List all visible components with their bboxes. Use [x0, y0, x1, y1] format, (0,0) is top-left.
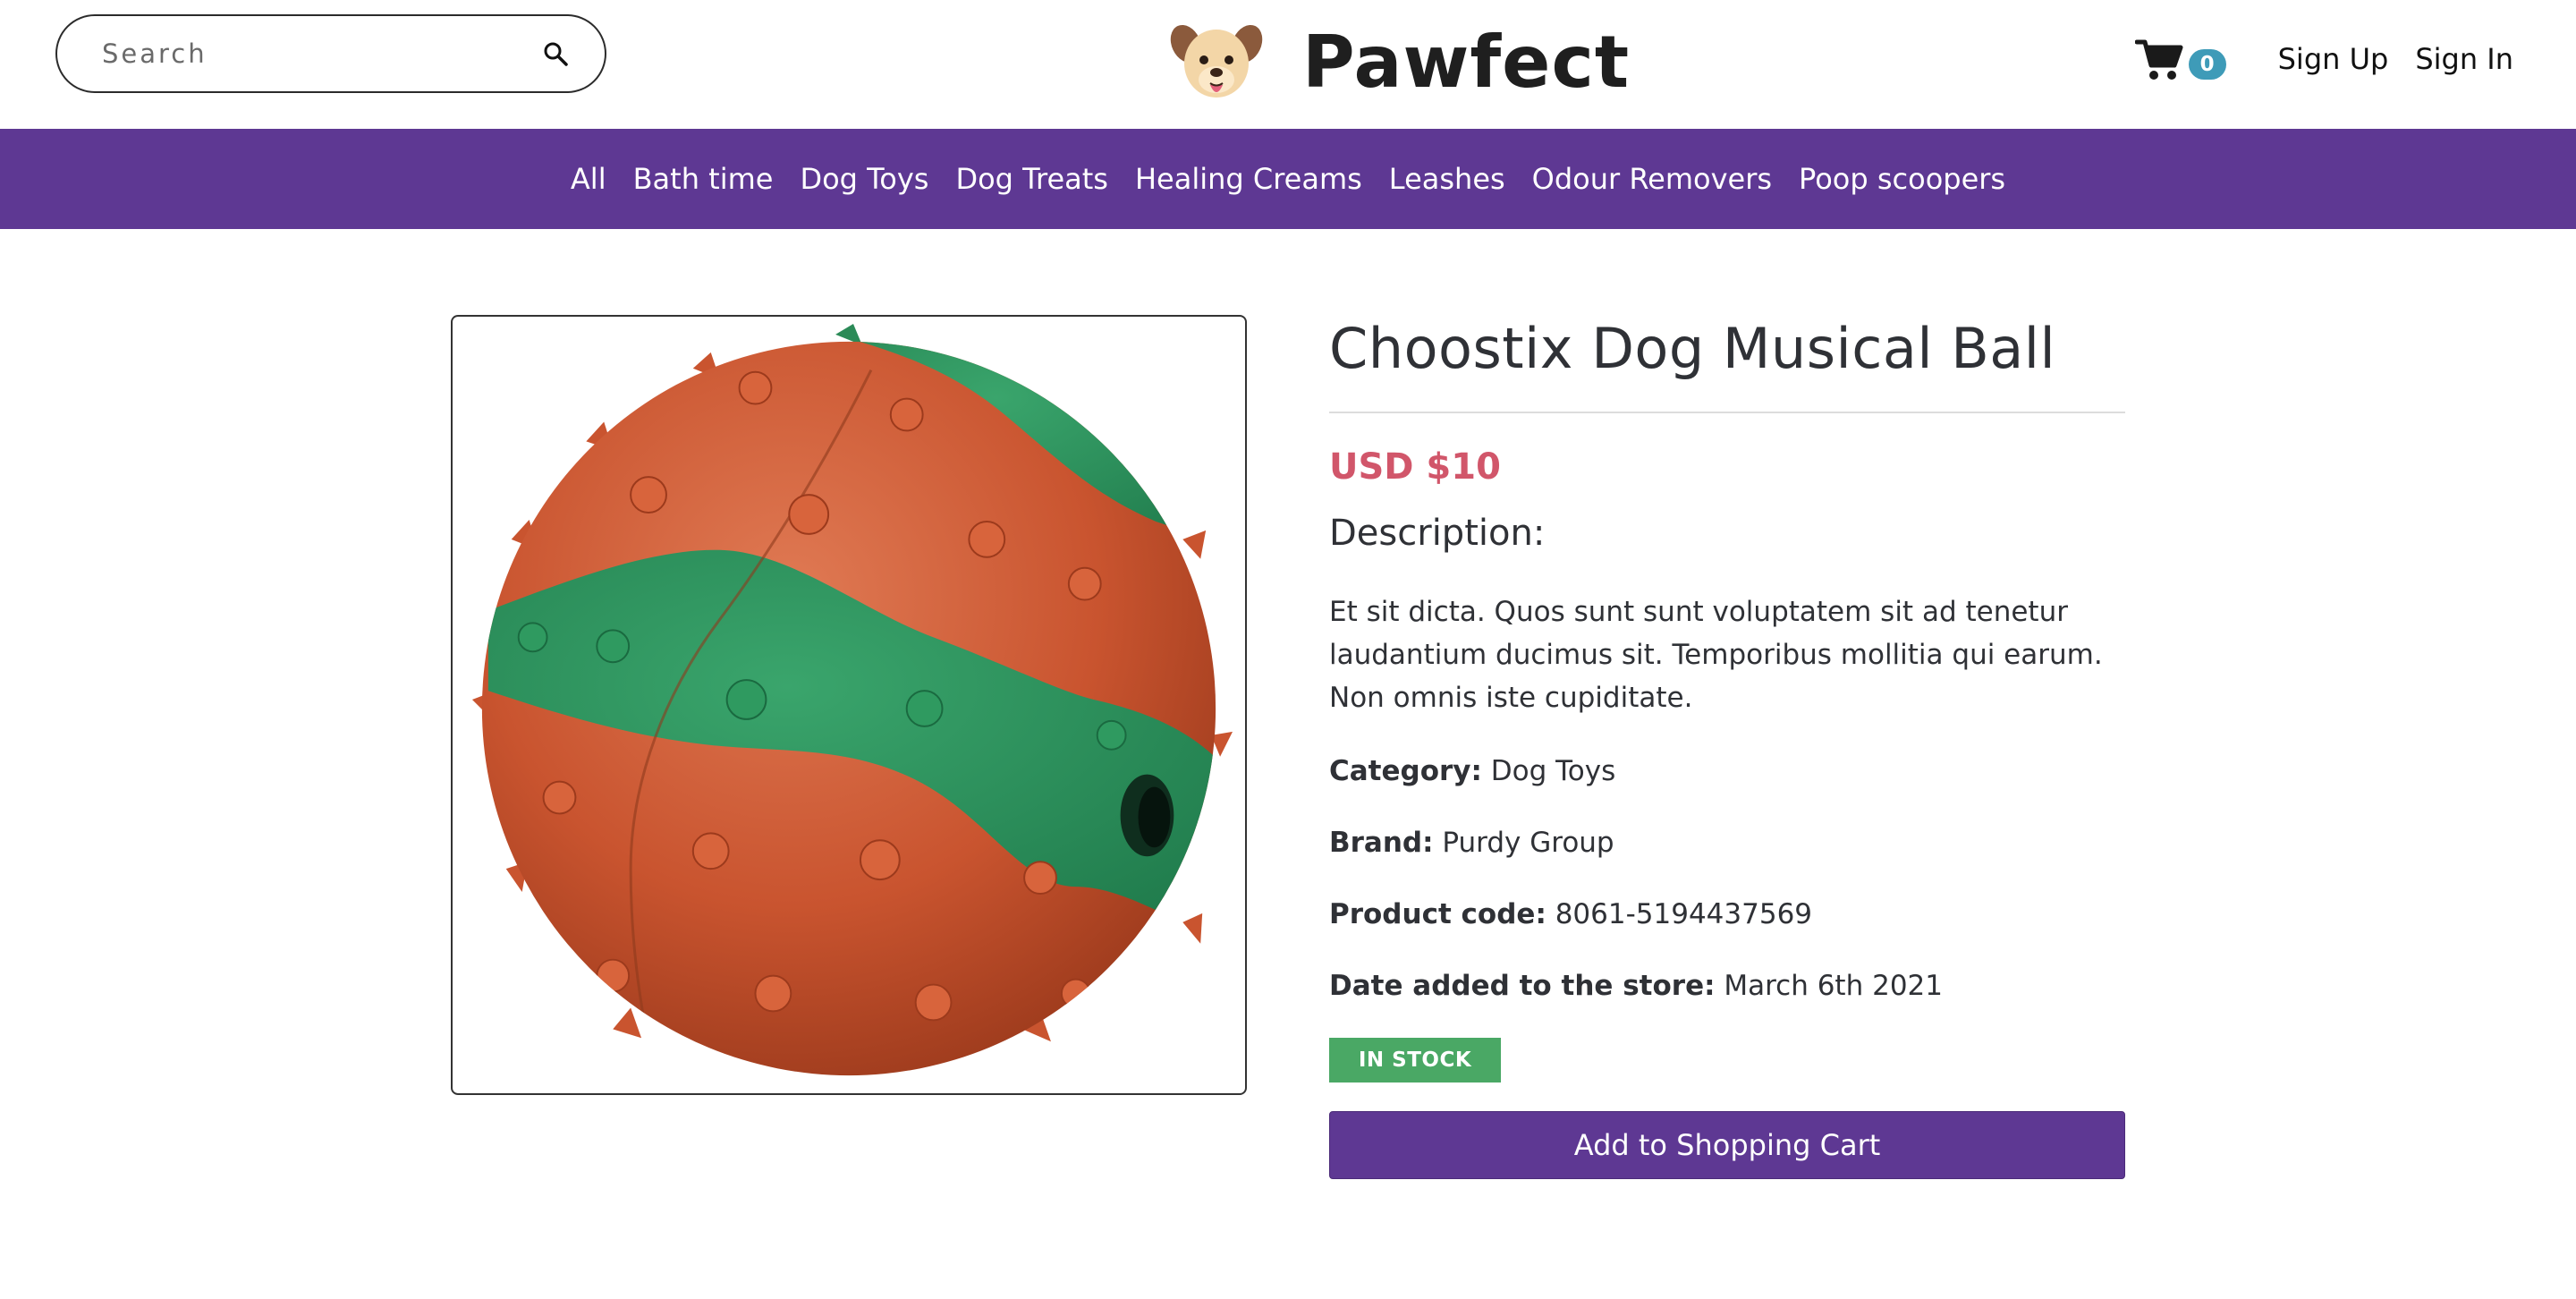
brand-name: Pawfect — [1302, 20, 1631, 104]
brand-value: Purdy Group — [1442, 827, 1614, 859]
nav-item-poop-scoopers[interactable]: Poop scoopers — [1799, 162, 2005, 196]
description-heading: Description: — [1329, 513, 1546, 554]
code-label: Product code: — [1329, 898, 1546, 930]
add-to-cart-button[interactable]: Add to Shopping Cart — [1329, 1111, 2125, 1179]
nav-item-dog-treats[interactable]: Dog Treats — [955, 162, 1108, 196]
search-box[interactable] — [55, 14, 606, 93]
product-category-row: Category: Dog Toys — [1329, 753, 2125, 789]
brand-home-link[interactable]: Pawfect — [1168, 13, 1630, 111]
search-icon[interactable] — [540, 38, 571, 69]
sign-up-link[interactable]: Sign Up — [2278, 42, 2389, 76]
brand-label: Brand: — [1329, 827, 1434, 859]
date-value: March 6th 2021 — [1724, 970, 1943, 1002]
site-header: Pawfect 0 Sign Up Sign In — [0, 0, 2576, 129]
header-actions: 0 Sign Up Sign In — [2134, 23, 2513, 95]
category-label: Category: — [1329, 755, 1482, 787]
nav-item-leashes[interactable]: Leashes — [1389, 162, 1505, 196]
stock-status-badge: IN STOCK — [1329, 1038, 1501, 1082]
category-value: Dog Toys — [1490, 755, 1616, 787]
dog-face-icon — [1168, 17, 1265, 106]
cart-button[interactable]: 0 — [2134, 37, 2226, 81]
product-title: Choostix Dog Musical Ball — [1329, 316, 2056, 381]
nav-item-healing-creams[interactable]: Healing Creams — [1135, 162, 1362, 196]
product-image — [451, 315, 1247, 1095]
date-label: Date added to the store: — [1329, 970, 1716, 1002]
product-code-row: Product code: 8061-5194437569 — [1329, 896, 2125, 932]
nav-item-dog-toys[interactable]: Dog Toys — [800, 162, 928, 196]
product-date-row: Date added to the store: March 6th 2021 — [1329, 968, 2125, 1004]
search-input[interactable] — [100, 38, 540, 70]
nav-item-all[interactable]: All — [571, 162, 606, 196]
sign-in-link[interactable]: Sign In — [2415, 42, 2513, 76]
cart-count-badge: 0 — [2188, 49, 2226, 80]
product-description: Et sit dicta. Quos sunt sunt voluptatem … — [1329, 596, 2103, 714]
product-photo-ball — [471, 323, 1233, 1076]
category-nav: All Bath time Dog Toys Dog Treats Healin… — [0, 129, 2576, 229]
code-value: 8061-5194437569 — [1555, 898, 1813, 930]
product-brand-row: Brand: Purdy Group — [1329, 825, 2125, 861]
title-divider — [1329, 412, 2125, 413]
nav-item-bath-time[interactable]: Bath time — [633, 162, 774, 196]
shopping-cart-icon — [2134, 37, 2183, 81]
product-price: USD $10 — [1329, 446, 1501, 488]
nav-item-odour-removers[interactable]: Odour Removers — [1532, 162, 1772, 196]
product-details: Choostix Dog Musical Ball USD $10 Descri… — [1329, 313, 2125, 1179]
